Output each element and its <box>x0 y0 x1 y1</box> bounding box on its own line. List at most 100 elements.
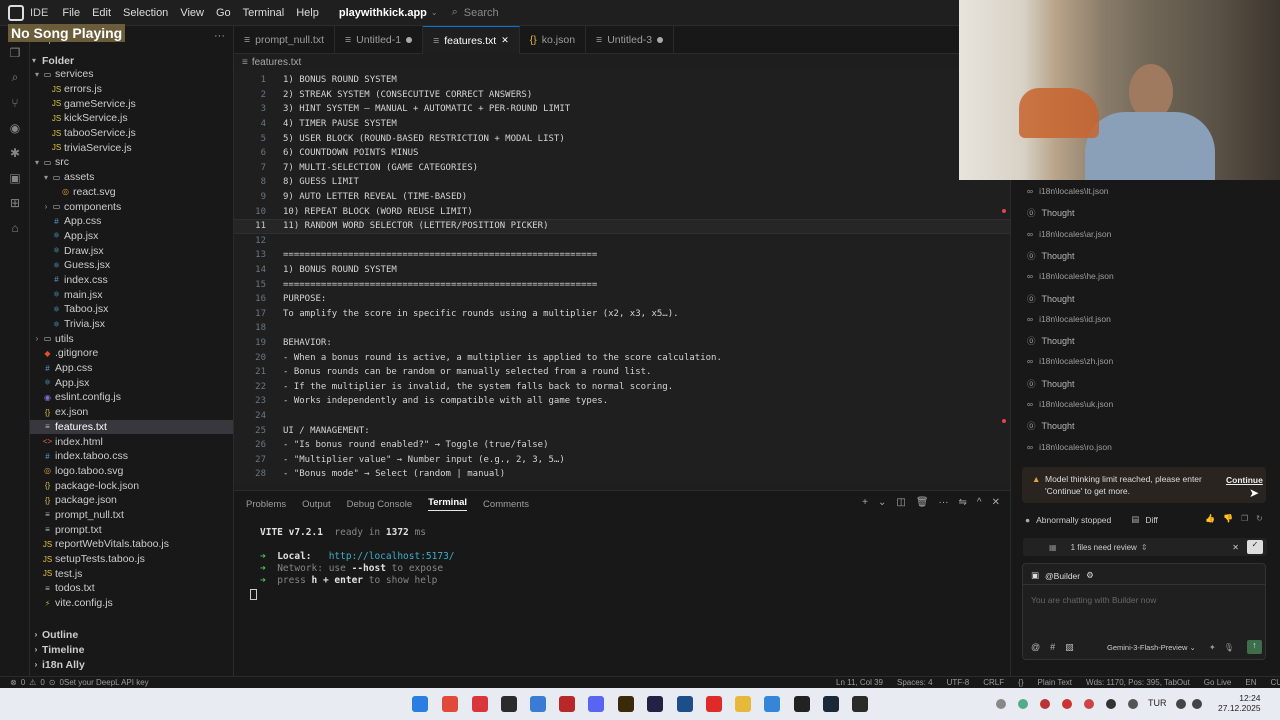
menu-selection[interactable]: Selection <box>123 7 168 19</box>
send-icon[interactable]: ↑ <box>1247 640 1262 654</box>
problems-indicator[interactable]: ⊗ 0 ⚠ 0 ⊙ 0 <box>10 678 64 687</box>
copy-icon[interactable]: ❐ <box>1241 514 1248 523</box>
file-item[interactable]: ⚛ App.jsx <box>30 229 233 244</box>
encoding[interactable]: UTF-8 <box>947 678 970 687</box>
mic-icon[interactable]: 🎙 <box>1224 643 1234 652</box>
file-item[interactable]: JS test.js <box>30 566 233 581</box>
thought-item[interactable]: ⓪ Thought <box>1027 293 1075 305</box>
illustrator-icon[interactable] <box>618 696 634 712</box>
terminal-output[interactable]: VITE v7.2.1 ready in 1372 ms ➜ Local: ht… <box>234 517 1010 600</box>
file-item[interactable]: JS tabooService.js <box>30 126 233 141</box>
file-item[interactable]: ◆ .gitignore <box>30 346 233 361</box>
file-item[interactable]: {} package.json <box>30 493 233 508</box>
continue-button[interactable]: Continue <box>1226 475 1263 485</box>
unsaved-dot-icon[interactable] <box>657 37 664 43</box>
locale[interactable]: EN <box>1245 678 1256 687</box>
sparkle-icon[interactable]: ✦ <box>1209 643 1216 652</box>
file-edit-item[interactable]: ∞ i18n\locales\zh.json <box>1027 356 1113 366</box>
input-language[interactable]: TUR <box>1148 698 1167 708</box>
search-box[interactable]: ⌕ Search <box>452 6 499 19</box>
thought-item[interactable]: ⓪ Thought <box>1027 378 1075 390</box>
vscode-icon[interactable] <box>530 696 546 712</box>
panel-tab-terminal[interactable]: Terminal <box>428 497 468 511</box>
file-item[interactable]: # App.css <box>30 214 233 229</box>
code-line[interactable]: 8 8) GUESS LIMIT <box>234 175 1010 190</box>
file-item[interactable]: JS setupTests.taboo.js <box>30 552 233 567</box>
file-item[interactable]: JS kickService.js <box>30 111 233 126</box>
builder-chip[interactable]: ▣ @Builder ⚙ <box>1031 570 1094 581</box>
file-edit-item[interactable]: ∞ i18n\locales\id.json <box>1027 314 1111 324</box>
code-line[interactable]: 17 To amplify the score in specific round… <box>234 307 1010 322</box>
ide-taskbar-icon[interactable] <box>501 696 517 712</box>
file-item[interactable]: ≡ prompt.txt <box>30 522 233 537</box>
code-line[interactable]: 15 ======================================… <box>234 277 1010 292</box>
discord-icon[interactable] <box>588 696 604 712</box>
split-icon[interactable]: ◫ <box>896 497 905 508</box>
timeline-section[interactable]: › Timeline <box>30 642 233 657</box>
file-edit-item[interactable]: ∞ i18n\locales\he.json <box>1027 271 1114 281</box>
language-mode[interactable]: Plain Text <box>1037 678 1072 687</box>
menu-edit[interactable]: Edit <box>92 7 111 19</box>
maximize-icon[interactable]: ^ <box>977 497 982 508</box>
chevron-down-icon[interactable]: ⌄ <box>878 497 886 508</box>
code-line[interactable]: 7 7) MULTI-SELECTION (GAME CATEGORIES) <box>234 161 1010 176</box>
code-line[interactable]: 9 9) AUTO LETTER REVEAL (TIME-BASED) <box>234 190 1010 205</box>
cursor-position[interactable]: Ln 11, Col 39 <box>836 678 883 687</box>
add-terminal-icon[interactable]: + <box>862 497 868 508</box>
accept-icon[interactable]: ✓ <box>1247 540 1263 554</box>
menu-terminal[interactable]: Terminal <box>243 7 285 19</box>
tray-icon[interactable] <box>1040 699 1050 709</box>
refresh-icon[interactable]: ↻ <box>1256 514 1263 523</box>
cue[interactable]: CUE <box>1271 678 1280 687</box>
more-icon[interactable]: ··· <box>214 30 225 42</box>
file-edit-item[interactable]: ∞ i18n\locales\ar.json <box>1027 229 1111 239</box>
trash-icon[interactable]: 🗑 <box>916 497 929 508</box>
volume-icon[interactable] <box>1192 699 1202 709</box>
source-control-icon[interactable]: ⑂ <box>0 90 30 115</box>
unsaved-dot-icon[interactable] <box>406 37 413 43</box>
image-icon[interactable]: ▨ <box>1065 642 1074 653</box>
file-item[interactable]: JS reportWebVitals.taboo.js <box>30 537 233 552</box>
filezilla-icon[interactable] <box>559 696 575 712</box>
menu-view[interactable]: View <box>180 7 204 19</box>
model-selector[interactable]: Gemini-3-Flash-Preview ⌄ <box>1107 643 1196 652</box>
code-line[interactable]: 14 1) BONUS ROUND SYSTEM <box>234 263 1010 278</box>
record-icon[interactable] <box>706 696 722 712</box>
file-item[interactable]: JS errors.js <box>30 82 233 97</box>
close-icon[interactable]: ✕ <box>992 497 1000 508</box>
file-item[interactable]: # App.css <box>30 361 233 376</box>
file-item[interactable]: ⚛ App.jsx <box>30 375 233 390</box>
chat-input-box[interactable]: ▣ @Builder ⚙ You are chatting with Builder… <box>1022 563 1266 660</box>
tray-icon[interactable] <box>1106 699 1116 709</box>
tab-untitled-3[interactable]: ≡ Untitled-3 <box>586 26 675 54</box>
i18n-ally-section[interactable]: › i18n Ally <box>30 657 233 672</box>
file-item[interactable]: JS triviaService.js <box>30 140 233 155</box>
file-item[interactable]: ◉ eslint.config.js <box>30 390 233 405</box>
folder-item[interactable]: ▾ ▭ assets <box>30 170 233 185</box>
code-line[interactable]: 23 - Works independently and is compatibl… <box>234 394 1010 409</box>
code-line[interactable]: 18 <box>234 321 1010 336</box>
tray-icon[interactable] <box>996 699 1006 709</box>
file-item[interactable]: ≡ todos.txt <box>30 581 233 596</box>
app-icon[interactable] <box>647 696 663 712</box>
breadcrumb[interactable]: ≡ features.txt <box>234 54 1010 70</box>
file-item[interactable]: ◎ logo.taboo.svg <box>30 464 233 479</box>
file-item[interactable]: # index.taboo.css <box>30 449 233 464</box>
tab-untitled-1[interactable]: ≡ Untitled-1 <box>335 26 424 54</box>
code-line[interactable]: 26 - "Is bonus round enabled?" → Toggle (… <box>234 438 1010 453</box>
thought-item[interactable]: ⓪ Thought <box>1027 207 1075 219</box>
wifi-icon[interactable] <box>1176 699 1186 709</box>
code-line[interactable]: 19 BEHAVIOR: <box>234 336 1010 351</box>
file-edit-item[interactable]: ∞ i18n\locales\ro.json <box>1027 442 1112 452</box>
code-line[interactable]: 25 UI / MANAGEMENT: <box>234 423 1010 438</box>
code-line[interactable]: 10 10) REPEAT BLOCK (WORD REUSE LIMIT) <box>234 204 1010 219</box>
code-line[interactable]: 11 11) RANDOM WORD SELECTOR (LETTER/POSIT… <box>234 219 1010 234</box>
diff-button[interactable]: Diff <box>1145 515 1158 525</box>
explorer-icon[interactable]: ❐ <box>0 40 30 65</box>
eol[interactable]: CRLF <box>983 678 1004 687</box>
panel-tab-problems[interactable]: Problems <box>246 499 286 510</box>
file-edit-item[interactable]: ∞ i18n\locales\uk.json <box>1027 399 1113 409</box>
more-icon[interactable]: ··· <box>939 497 949 508</box>
file-item[interactable]: ⚛ Taboo.jsx <box>30 302 233 317</box>
file-item[interactable]: ◎ react.svg <box>30 185 233 200</box>
